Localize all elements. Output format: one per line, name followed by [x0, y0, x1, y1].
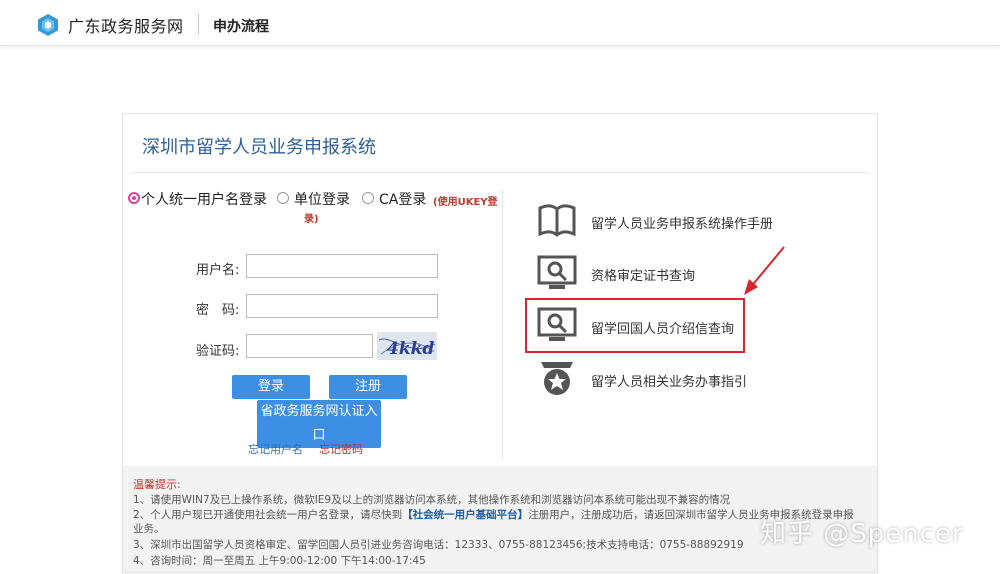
book-icon[interactable]: [537, 202, 577, 240]
radio-label-personal[interactable]: 个人统一用户名登录: [141, 189, 267, 209]
logo-icon[interactable]: [36, 13, 60, 37]
link-certificate-query[interactable]: 资格审定证书查询: [591, 265, 695, 284]
column-divider: [502, 190, 503, 460]
forgot-username-link[interactable]: 忘记用户名: [248, 441, 303, 457]
login-button[interactable]: 登录: [232, 375, 310, 399]
tips-title: 温馨提示:: [133, 478, 181, 491]
tip-line-2-cont: 业务。: [133, 523, 165, 535]
medal-icon[interactable]: [537, 360, 577, 398]
username-input[interactable]: [246, 254, 438, 278]
radio-label-ca[interactable]: CA登录: [379, 189, 426, 209]
ca-ukey-note: (使用UKEY登: [433, 197, 498, 208]
ca-ukey-note-cont: 录): [304, 214, 319, 225]
link-operation-manual[interactable]: 留学人员业务申报系统操作手册: [591, 213, 773, 232]
site-name[interactable]: 广东政务服务网: [68, 13, 184, 37]
radio-unit-login[interactable]: [277, 192, 289, 204]
system-title: 深圳市留学人员业务申报系统: [142, 137, 376, 158]
forgot-password-link[interactable]: 忘记密码: [319, 441, 363, 457]
nav-link-process[interactable]: 申办流程: [213, 16, 269, 36]
captcha-text: 4kkd: [387, 339, 434, 359]
password-label: 密 码:: [196, 303, 240, 318]
tip-line-1: 1、请使用WIN7及已上操作系统，微软IE9及以上的浏览器访问本系统，其他操作系…: [133, 494, 731, 506]
tip-line-2: 2、个人用户现已开通使用社会统一用户名登录，请尽快到【社会统一用户基础平台】注册…: [133, 507, 854, 522]
radio-personal-login[interactable]: [128, 192, 140, 204]
social-platform-link[interactable]: 【社会统一用户基础平台】: [402, 509, 528, 521]
tip-line-2-a: 2、个人用户现已开通使用社会统一用户名登录，请尽快到: [133, 509, 403, 521]
username-label: 用户名:: [196, 263, 240, 278]
tip-line-3: 3、深圳市出国留学人员资格审定、留学回国人员引进业务咨询电话：12333、075…: [133, 539, 744, 551]
monitor-search-icon[interactable]: [537, 255, 577, 293]
captcha-label: 验证码:: [196, 344, 240, 359]
title-divider: [132, 172, 868, 173]
top-header: 广东政务服务网 申办流程: [0, 0, 1000, 46]
header-divider: [198, 14, 199, 34]
captcha-image[interactable]: 4kkd: [377, 332, 437, 360]
link-business-guide[interactable]: 留学人员相关业务办事指引: [591, 371, 747, 390]
radio-ca-login[interactable]: [362, 192, 374, 204]
password-input[interactable]: [246, 294, 438, 318]
tip-line-4: 4、咨询时间：周一至周五 上午9:00-12:00 下午14:00-17:45: [133, 555, 426, 567]
captcha-input[interactable]: [246, 334, 373, 358]
watermark: 知乎 @Spencer: [760, 519, 964, 549]
register-button[interactable]: 注册: [329, 375, 407, 399]
arrow-annotation-icon: [744, 246, 785, 295]
radio-label-unit[interactable]: 单位登录: [294, 189, 350, 209]
highlight-box: [525, 298, 745, 353]
